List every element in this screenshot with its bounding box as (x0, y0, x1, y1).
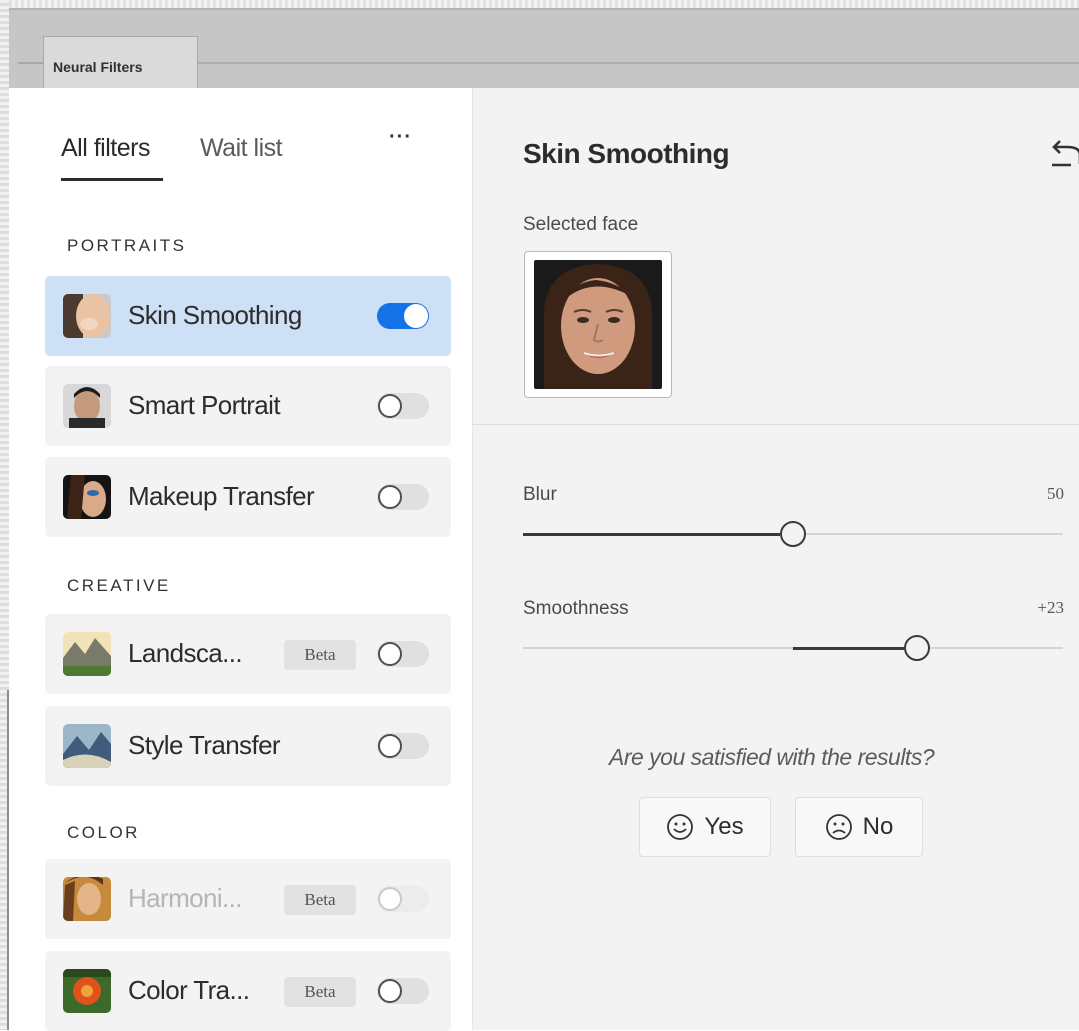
blur-slider-label: Blur (523, 484, 557, 505)
filter-label: Style Transfer (128, 730, 281, 760)
filter-card-landscape[interactable]: Landsca... Beta (45, 614, 451, 694)
filter-toggle-switch[interactable] (377, 978, 429, 1004)
filter-title: Skin Smoothing (523, 138, 730, 169)
filter-toggle-switch[interactable] (377, 303, 429, 329)
skin-smoothing-thumbnail-icon (63, 294, 111, 338)
blur-slider-value: 50 (1047, 484, 1064, 503)
section-title-portraits: PORTRAITS (67, 236, 187, 255)
smiley-icon (666, 813, 694, 841)
tab-wait-list[interactable]: Wait list (200, 134, 283, 163)
feedback-no-label: No (862, 813, 894, 840)
filter-label: Skin Smoothing (128, 300, 302, 330)
filter-label: Makeup Transfer (128, 481, 315, 511)
blur-slider-fill (523, 533, 780, 536)
filter-card-smart-portrait[interactable]: Smart Portrait (45, 366, 451, 446)
blur-slider-handle[interactable] (780, 521, 806, 547)
section-title-color: COLOR (67, 823, 140, 842)
feedback-question: Are you satisfied with the results? (609, 744, 935, 770)
section-divider (473, 424, 1079, 425)
filter-toggle-switch[interactable] (377, 641, 429, 667)
toggle-knob (378, 394, 402, 418)
selected-face-label: Selected face (523, 214, 639, 235)
filter-label: Smart Portrait (128, 390, 281, 420)
section-title-creative: CREATIVE (67, 576, 171, 595)
harmonization-thumbnail-icon (63, 877, 111, 921)
tab-all-filters[interactable]: All filters (61, 134, 150, 163)
smart-portrait-thumbnail-icon (63, 384, 111, 428)
smoothness-slider-label: Smoothness (523, 598, 629, 619)
toggle-knob (378, 887, 402, 911)
beta-badge: Beta (284, 640, 356, 670)
filter-label: Color Tra... (128, 975, 250, 1005)
reset-icon[interactable] (1049, 138, 1079, 168)
filter-toggle-switch (377, 886, 429, 912)
beta-badge: Beta (284, 885, 356, 915)
tab-bar-rule (197, 62, 1079, 64)
toggle-knob (378, 734, 402, 758)
filter-toggle-switch[interactable] (377, 484, 429, 510)
feedback-yes-button[interactable]: Yes (639, 797, 771, 857)
filter-toggle-switch[interactable] (377, 393, 429, 419)
smoothness-slider-fill (793, 647, 905, 650)
toggle-knob (404, 304, 428, 328)
makeup-transfer-thumbnail-icon (63, 475, 111, 519)
tab-neural-filters[interactable]: Neural Filters (43, 36, 198, 96)
filter-label: Landsca... (128, 638, 243, 668)
feedback-no-button[interactable]: No (795, 797, 923, 857)
toggle-knob (378, 642, 402, 666)
active-tab-indicator (61, 178, 163, 181)
selected-face-picker[interactable] (524, 251, 672, 398)
style-transfer-thumbnail-icon (63, 724, 111, 768)
filter-settings-panel: Skin Smoothing Selected face Blur 50 Smo… (472, 88, 1079, 1030)
filter-label: Harmoni... (128, 883, 243, 913)
filter-card-color-transfer[interactable]: Color Tra... Beta (45, 951, 451, 1031)
beta-badge: Beta (284, 977, 356, 1007)
frown-icon (825, 813, 853, 841)
more-options-icon[interactable]: ··· (389, 126, 412, 149)
panel-tab-bar: Neural Filters (9, 8, 1079, 96)
toggle-knob (378, 979, 402, 1003)
filter-card-skin-smoothing[interactable]: Skin Smoothing (45, 276, 451, 356)
window-edge-top (0, 0, 1079, 8)
filter-card-harmonization[interactable]: Harmoni... Beta (45, 859, 451, 939)
toggle-knob (378, 485, 402, 509)
landscape-mixer-thumbnail-icon (63, 632, 111, 676)
smoothness-slider-value: +23 (1037, 598, 1064, 617)
color-transfer-thumbnail-icon (63, 969, 111, 1013)
filter-toggle-switch[interactable] (377, 733, 429, 759)
selected-face-thumbnail (534, 260, 662, 389)
filter-card-style-transfer[interactable]: Style Transfer (45, 706, 451, 786)
smoothness-slider-handle[interactable] (904, 635, 931, 661)
filters-list-panel: All filters Wait list ··· PORTRAITS Skin… (9, 88, 472, 1031)
feedback-yes-label: Yes (704, 813, 744, 840)
filter-card-makeup-transfer[interactable]: Makeup Transfer (45, 457, 451, 537)
